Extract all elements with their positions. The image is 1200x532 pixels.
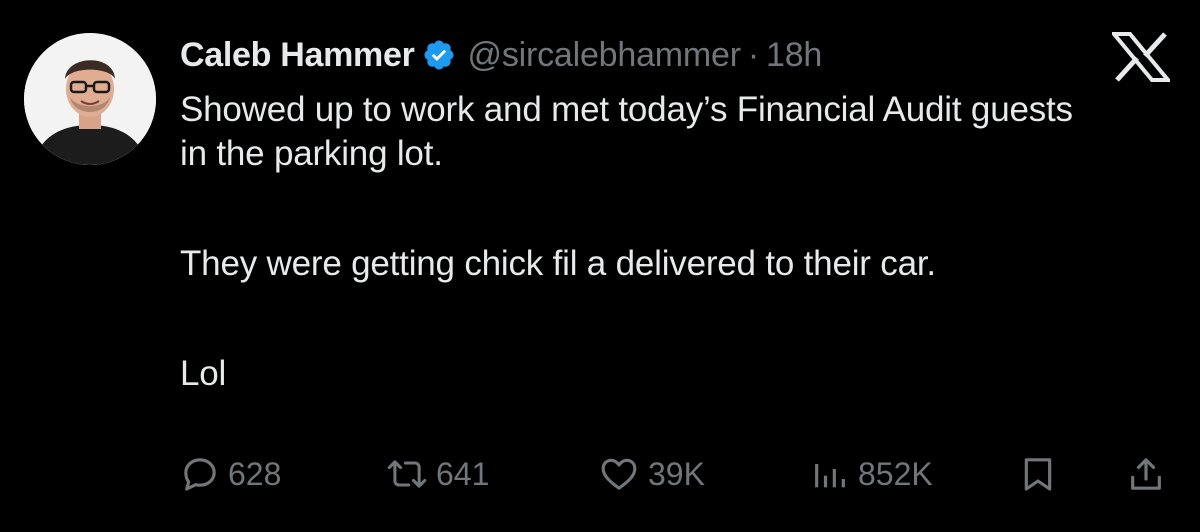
share-icon — [1126, 454, 1166, 494]
views-button[interactable]: 852K — [810, 448, 933, 500]
action-bar: 628 641 39K 852K — [180, 448, 1180, 500]
reply-button[interactable]: 628 — [180, 448, 281, 500]
reply-count: 628 — [228, 455, 282, 492]
reply-icon — [180, 454, 220, 494]
avatar-image — [24, 33, 156, 165]
view-count: 852K — [858, 455, 933, 492]
timestamp[interactable]: 18h — [766, 36, 822, 75]
repost-count: 641 — [436, 455, 490, 492]
tweet-paragraph: Showed up to work and met today’s Financ… — [180, 90, 1073, 173]
repost-icon — [386, 454, 428, 494]
tweet-text: Showed up to work and met today’s Financ… — [180, 88, 1180, 396]
views-chart-icon — [810, 454, 850, 494]
tweet-card: Caleb Hammer @sircalebhammer · 18h Showe… — [0, 0, 1200, 532]
tweet-paragraph: They were getting chick fil a delivered … — [180, 244, 936, 283]
separator-dot: · — [747, 35, 759, 74]
repost-button[interactable]: 641 — [386, 448, 489, 500]
verified-badge-icon[interactable] — [422, 38, 456, 72]
bookmark-icon — [1018, 454, 1058, 494]
like-count: 39K — [648, 455, 705, 492]
user-handle[interactable]: @sircalebhammer — [468, 36, 742, 75]
bookmark-button[interactable] — [1018, 448, 1066, 500]
avatar[interactable] — [24, 33, 156, 165]
tweet-header: Caleb Hammer @sircalebhammer · 18h — [180, 30, 822, 80]
share-button[interactable] — [1126, 448, 1174, 500]
x-logo-icon — [1109, 32, 1173, 82]
display-name[interactable]: Caleb Hammer — [180, 36, 415, 75]
heart-icon — [598, 454, 640, 494]
like-button[interactable]: 39K — [598, 448, 705, 500]
tweet-paragraph: Lol — [180, 354, 227, 393]
